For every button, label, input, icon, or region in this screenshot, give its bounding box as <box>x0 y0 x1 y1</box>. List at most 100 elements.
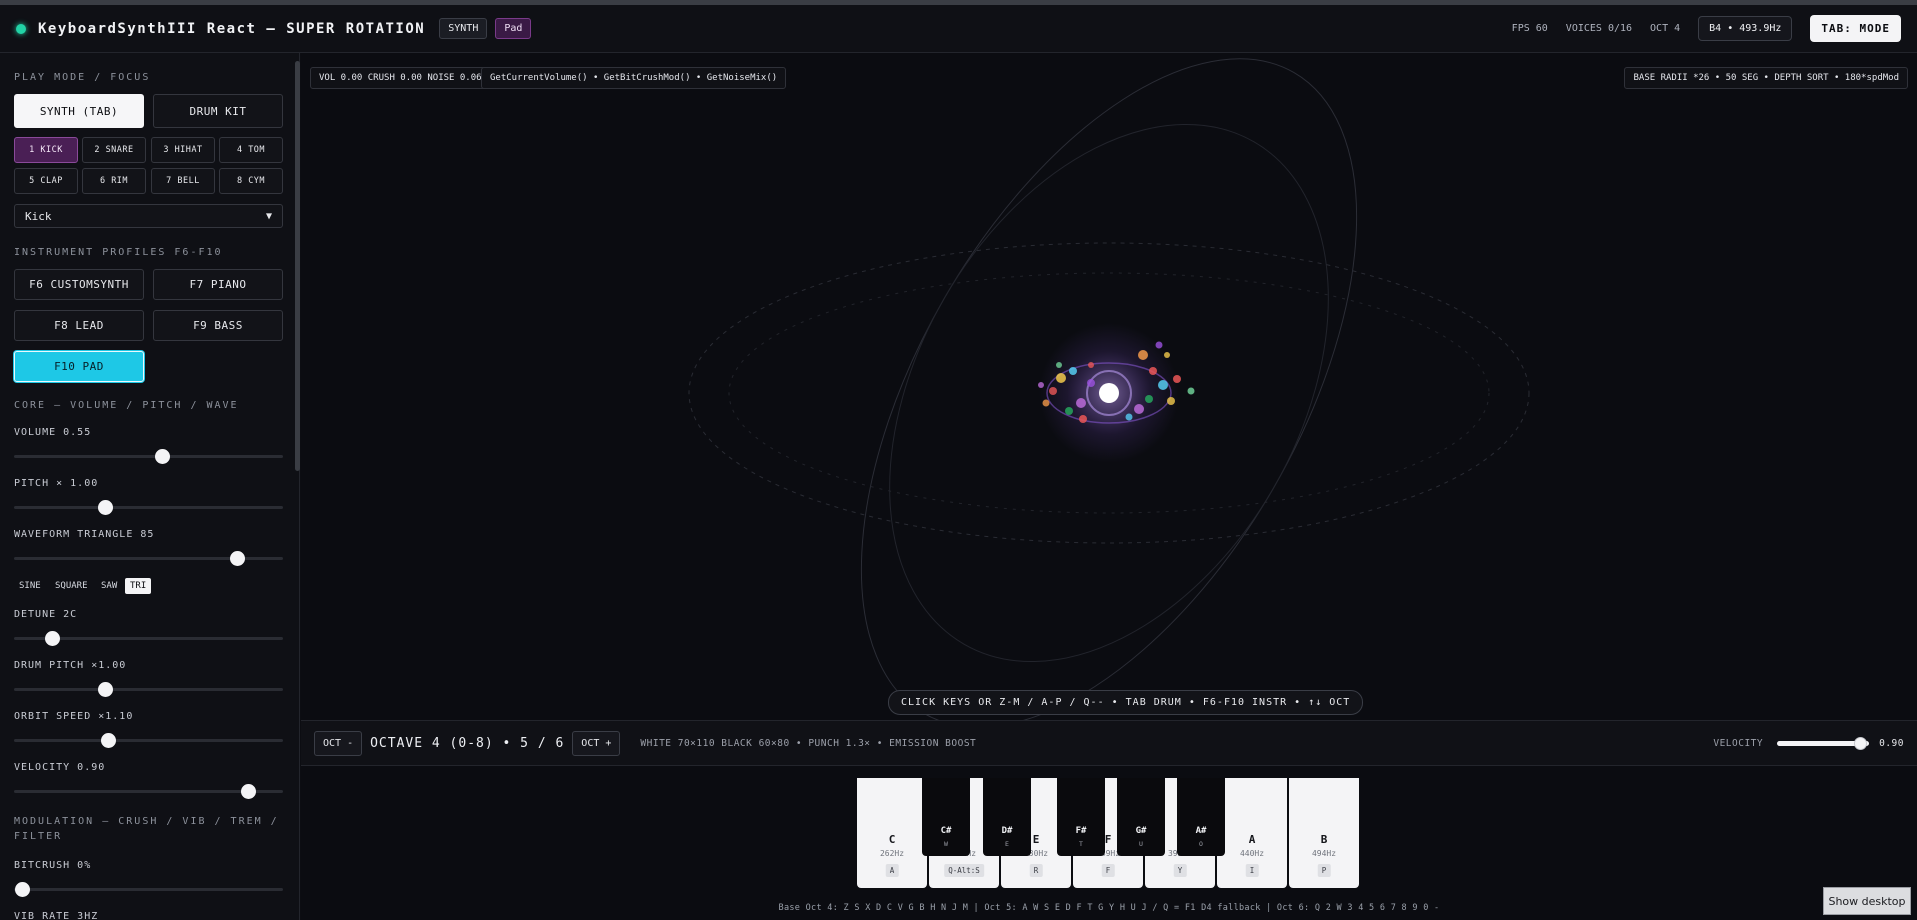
drum-pad-cym[interactable]: 8 CYM <box>219 168 283 194</box>
drum-pad-snare[interactable]: 2 SNARE <box>82 137 146 163</box>
pitch-label: PITCH × 1.00 <box>14 478 99 489</box>
key-shortcut: F <box>1101 864 1115 877</box>
top-bar: KeyboardSynthIII React — SUPER ROTATION … <box>0 5 1917 53</box>
key-note: G# <box>1135 826 1147 836</box>
wave-saw-button[interactable]: SAW <box>96 578 122 594</box>
white-key-c[interactable]: C 262Hz A <box>857 778 927 888</box>
orbit-speed-slider-thumb[interactable] <box>101 733 117 748</box>
orbit-visualizer <box>688 58 1530 720</box>
key-frequency: 494Hz <box>1311 849 1337 858</box>
black-key-g-sharp[interactable]: G# U <box>1117 778 1165 856</box>
profile-pad-button[interactable]: F10 PAD <box>14 351 144 382</box>
white-key-b[interactable]: B 494Hz P <box>1289 778 1359 888</box>
detune-label: DETUNE 2c <box>14 609 78 620</box>
volume-slider-thumb[interactable] <box>154 449 170 464</box>
profile-customsynth-button[interactable]: F6 CUSTOMSYNTH <box>14 269 144 300</box>
drum-pad-bell[interactable]: 7 BELL <box>151 168 215 194</box>
velocity-slider[interactable] <box>14 784 283 799</box>
drum-pad-hihat[interactable]: 3 HIHAT <box>151 137 215 163</box>
app-title: KeyboardSynthIII React — SUPER ROTATION <box>38 20 426 37</box>
key-note: A <box>1248 833 1256 846</box>
hud-mix-readout: VOL 0.00 CRUSH 0.00 NOISE 0.06 <box>310 67 491 89</box>
velocity-bar-label: VELOCITY <box>1713 737 1764 749</box>
octave-bar: OCT - OCTAVE 4 (0-8) • 5 / 6 OCT + WHITE… <box>301 720 1917 766</box>
volume-label: VOLUME 0.55 <box>14 427 92 438</box>
key-frequency: 262Hz <box>879 849 905 858</box>
key-shortcut: O <box>1199 840 1203 848</box>
bitcrush-slider-thumb[interactable] <box>15 882 31 897</box>
drum-pad-kick[interactable]: 1 KICK <box>14 137 78 163</box>
pitch-slider[interactable] <box>14 500 283 515</box>
octave-up-button[interactable]: OCT + <box>572 730 621 756</box>
controls-help-pill: CLICK KEYS OR Z-M / A-P / Q-- • TAB DRUM… <box>888 690 1364 715</box>
drum-pad-clap[interactable]: 5 CLAP <box>14 168 78 194</box>
sidebar-scrollbar[interactable] <box>295 61 300 471</box>
orbit-speed-slider[interactable] <box>14 733 283 748</box>
velocity-slider-thumb[interactable] <box>241 784 257 799</box>
waveform-slider-thumb[interactable] <box>230 551 246 566</box>
drum-pad-rim[interactable]: 6 RIM <box>82 168 146 194</box>
key-note: D# <box>1001 826 1013 836</box>
velocity-bar-value: 0.90 <box>1879 737 1904 749</box>
key-shortcut: R <box>1029 864 1043 877</box>
visualizer-stage[interactable]: VOL 0.00 CRUSH 0.00 NOISE 0.06 GetCurren… <box>301 53 1917 720</box>
velocity-bar-thumb[interactable] <box>1853 736 1867 750</box>
bitcrush-label: BITCRUSH 0% <box>14 860 92 871</box>
modulation-title-cont: FILTER <box>14 831 63 842</box>
black-key-d-sharp[interactable]: D# E <box>983 778 1031 856</box>
detune-slider-thumb[interactable] <box>44 631 60 646</box>
profile-lead-button[interactable]: F8 LEAD <box>14 310 144 341</box>
profiles-title: INSTRUMENT PROFILES F6-F10 <box>14 247 223 258</box>
key-shortcut: T <box>1079 840 1083 848</box>
drum-select[interactable]: Kick ▼ <box>14 204 283 228</box>
core-sphere <box>1099 383 1119 403</box>
black-key-a-sharp[interactable]: A# O <box>1177 778 1225 856</box>
drum-select-value: Kick <box>25 209 52 223</box>
drum-pitch-slider-thumb[interactable] <box>98 682 114 697</box>
pitch-slider-thumb[interactable] <box>98 500 114 515</box>
black-key-c-sharp[interactable]: C# W <box>922 778 970 856</box>
key-size-info: WHITE 70×110 BLACK 60×80 • PUNCH 1.3× • … <box>640 737 977 749</box>
volume-slider[interactable] <box>14 449 283 464</box>
octave-label: OCTAVE 4 (0-8) • 5 / 6 <box>370 735 565 751</box>
white-key-a[interactable]: A 440Hz I <box>1217 778 1287 888</box>
drum-pitch-slider[interactable] <box>14 682 283 697</box>
wave-sine-button[interactable]: SINE <box>14 578 46 594</box>
key-note: C <box>888 833 896 846</box>
wave-tri-button[interactable]: TRI <box>125 578 152 594</box>
orbit-speed-label: ORBIT SPEED ×1.10 <box>14 711 134 722</box>
profile-bass-button[interactable]: F9 BASS <box>153 310 283 341</box>
black-key-f-sharp[interactable]: F# T <box>1057 778 1105 856</box>
key-frequency: 440Hz <box>1239 849 1265 858</box>
detune-slider[interactable] <box>14 631 283 646</box>
octave-down-button[interactable]: OCT - <box>314 730 363 756</box>
key-shortcut: U <box>1139 840 1143 848</box>
show-desktop-button[interactable]: Show desktop <box>1823 887 1911 915</box>
mode-tag: SYNTH <box>439 18 488 39</box>
key-note: B <box>1320 833 1328 846</box>
play-mode-title: PLAY MODE / FOCUS <box>14 72 151 83</box>
waveform-slider[interactable] <box>14 551 283 566</box>
key-shortcut: E <box>1005 840 1009 848</box>
drum-pad-tom[interactable]: 4 TOM <box>219 137 283 163</box>
hud-render-info: BASE RADII *26 • 50 SEG • DEPTH SORT • 1… <box>1624 67 1908 89</box>
waveform-label: WAVEFORM TRIANGLE 85 <box>14 529 155 540</box>
velocity-bar-slider[interactable] <box>1777 736 1870 750</box>
bitcrush-slider[interactable] <box>14 882 283 897</box>
key-shortcut: I <box>1245 864 1259 877</box>
keymap-hint: Base Oct 4: Z S X D C V G B H N J M | Oc… <box>778 903 1440 913</box>
wave-square-button[interactable]: SQUARE <box>50 578 93 594</box>
status-dot-icon <box>16 23 26 34</box>
octave-readout: OCT 4 <box>1650 23 1681 34</box>
app-window: KeyboardSynthIII React — SUPER ROTATION … <box>0 0 1917 920</box>
tab-mode-button[interactable]: TAB: MODE <box>1810 15 1901 42</box>
profile-piano-button[interactable]: F7 PIANO <box>153 269 283 300</box>
synth-mode-button[interactable]: SYNTH (TAB) <box>14 94 144 128</box>
key-shortcut: W <box>944 840 948 848</box>
piano-keyboard: C 262Hz A D 294Hz Q-Alt:S E 330Hz R F 34… <box>857 778 1360 888</box>
drum-kit-button[interactable]: DRUM KIT <box>153 94 283 128</box>
profile-tag: Pad <box>495 18 532 39</box>
vib-rate-label: VIB RATE 3Hz <box>14 911 99 920</box>
voices-readout: VOICES 0/16 <box>1565 23 1633 34</box>
modulation-title: MODULATION — CRUSH / VIB / TREM / <box>14 816 279 827</box>
